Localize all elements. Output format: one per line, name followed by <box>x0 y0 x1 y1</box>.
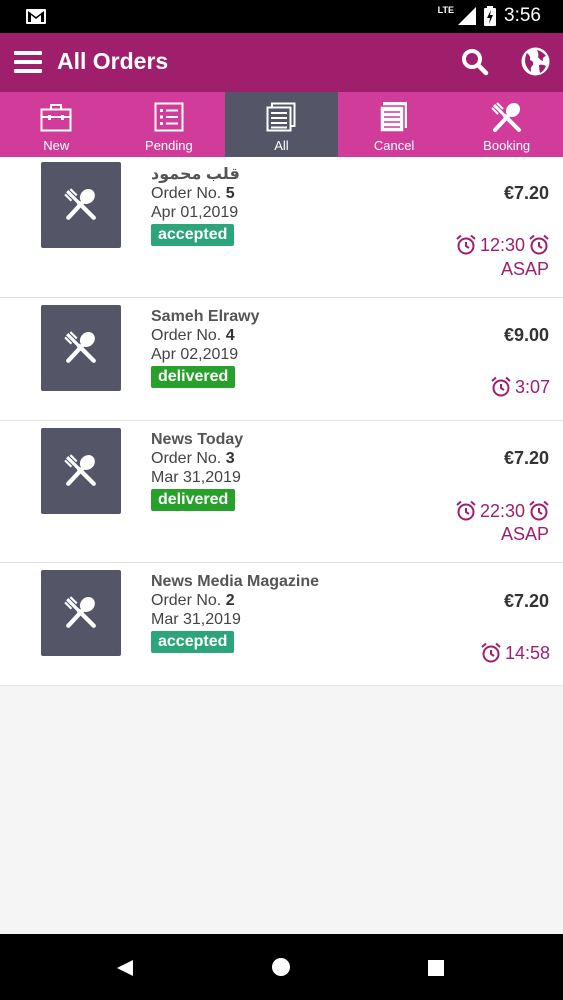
tab-pending-label: Pending <box>145 138 193 153</box>
network-type: LTE <box>437 5 455 15</box>
clock: 3:56 <box>504 5 541 26</box>
order-date: Apr 01,2019 <box>151 204 239 221</box>
tab-new-label: New <box>43 138 70 153</box>
order-number: Order No. 4 <box>151 327 235 344</box>
order-item[interactable]: News Media Magazine Order No. 2 Mar 31,2… <box>0 563 563 686</box>
fork-spoon-icon <box>64 331 96 363</box>
order-time: 22:30 <box>455 500 550 522</box>
order-list: قلب محمود Order No. 5 Apr 01,2019 accept… <box>0 157 563 686</box>
briefcase-icon <box>40 104 72 132</box>
battery-icon <box>484 6 497 26</box>
order-time-value: 22:30 <box>479 500 525 521</box>
order-date: Mar 31,2019 <box>151 611 241 628</box>
fork-spoon-icon <box>490 102 521 132</box>
order-info: قلب محمود Order No. 5 Apr 01,2019 accept… <box>151 165 240 246</box>
tab-booking[interactable]: Booking <box>450 92 563 157</box>
hamburger-menu-icon[interactable] <box>14 49 42 75</box>
document-list-icon <box>266 102 296 132</box>
customer-name: News Today <box>151 431 244 448</box>
back-icon[interactable] <box>116 959 134 977</box>
recents-icon[interactable] <box>428 960 444 976</box>
order-date: Mar 31,2019 <box>151 469 241 486</box>
order-time-value: 3:07 <box>514 376 550 397</box>
tab-all[interactable]: All <box>225 92 338 157</box>
fork-spoon-icon <box>64 454 96 486</box>
customer-name: Sameh Elrawy <box>151 308 260 325</box>
order-info: Sameh Elrawy Order No. 4 Apr 02,2019 del… <box>151 307 260 388</box>
alarm-clock-icon <box>456 234 476 255</box>
gmail-icon <box>26 9 46 24</box>
order-time-value: 12:30 <box>479 234 525 255</box>
customer-name: News Media Magazine <box>151 573 320 590</box>
order-filter-tabs: New Pending All Cancel Booking <box>0 92 563 157</box>
order-price: €7.20 <box>503 448 549 468</box>
order-price: €7.20 <box>503 183 549 203</box>
alarm-clock-icon <box>529 500 549 521</box>
fork-spoon-icon <box>64 188 96 220</box>
alarm-clock-icon <box>491 376 511 397</box>
status-badge: accepted <box>151 631 235 653</box>
order-thumbnail <box>41 305 121 391</box>
customer-name: قلب محمود <box>151 166 240 183</box>
tab-cancel[interactable]: Cancel <box>338 92 451 157</box>
order-time-value: 14:58 <box>504 642 550 663</box>
order-date: Apr 02,2019 <box>151 346 239 363</box>
asap-label: ASAP <box>500 259 549 279</box>
alarm-clock-icon <box>456 500 476 521</box>
order-thumbnail <box>41 570 121 656</box>
order-info: News Media Magazine Order No. 2 Mar 31,2… <box>151 572 319 653</box>
tab-cancel-label: Cancel <box>373 138 415 153</box>
order-time: 3:07 <box>490 376 550 398</box>
order-info: News Today Order No. 3 Mar 31,2019 deliv… <box>151 430 243 511</box>
tab-pending[interactable]: Pending <box>113 92 226 157</box>
document-icon <box>379 102 408 132</box>
order-price: €9.00 <box>503 325 549 345</box>
app-bar: All Orders <box>0 33 563 92</box>
status-badge: accepted <box>151 224 235 246</box>
order-time: 12:30 <box>455 234 550 256</box>
order-number: Order No. 5 <box>151 185 235 202</box>
fork-spoon-icon <box>64 596 96 628</box>
status-bar: LTE 3:56 <box>0 0 563 33</box>
order-number: Order No. 3 <box>151 450 235 467</box>
order-item[interactable]: قلب محمود Order No. 5 Apr 01,2019 accept… <box>0 157 563 298</box>
alarm-clock-icon <box>529 234 549 255</box>
home-icon[interactable] <box>272 958 290 976</box>
alarm-clock-icon <box>481 642 501 663</box>
checklist-icon <box>154 102 184 132</box>
order-time: 14:58 <box>480 642 550 664</box>
search-icon[interactable] <box>461 48 489 76</box>
tab-all-label: All <box>274 138 289 153</box>
order-item[interactable]: News Today Order No. 3 Mar 31,2019 deliv… <box>0 421 563 563</box>
tab-new[interactable]: New <box>0 92 113 157</box>
order-thumbnail <box>41 428 121 514</box>
asap-label: ASAP <box>500 524 549 544</box>
status-badge: delivered <box>151 366 236 388</box>
order-price: €7.20 <box>503 591 549 611</box>
tab-booking-label: Booking <box>483 138 531 153</box>
order-thumbnail <box>41 162 121 248</box>
status-badge: delivered <box>151 489 236 511</box>
order-item[interactable]: Sameh Elrawy Order No. 4 Apr 02,2019 del… <box>0 298 563 421</box>
globe-icon[interactable] <box>521 47 550 76</box>
page-title: All Orders <box>57 48 169 74</box>
signal-icon <box>458 7 477 25</box>
system-navigation-bar <box>0 934 563 1000</box>
order-number: Order No. 2 <box>151 592 235 609</box>
